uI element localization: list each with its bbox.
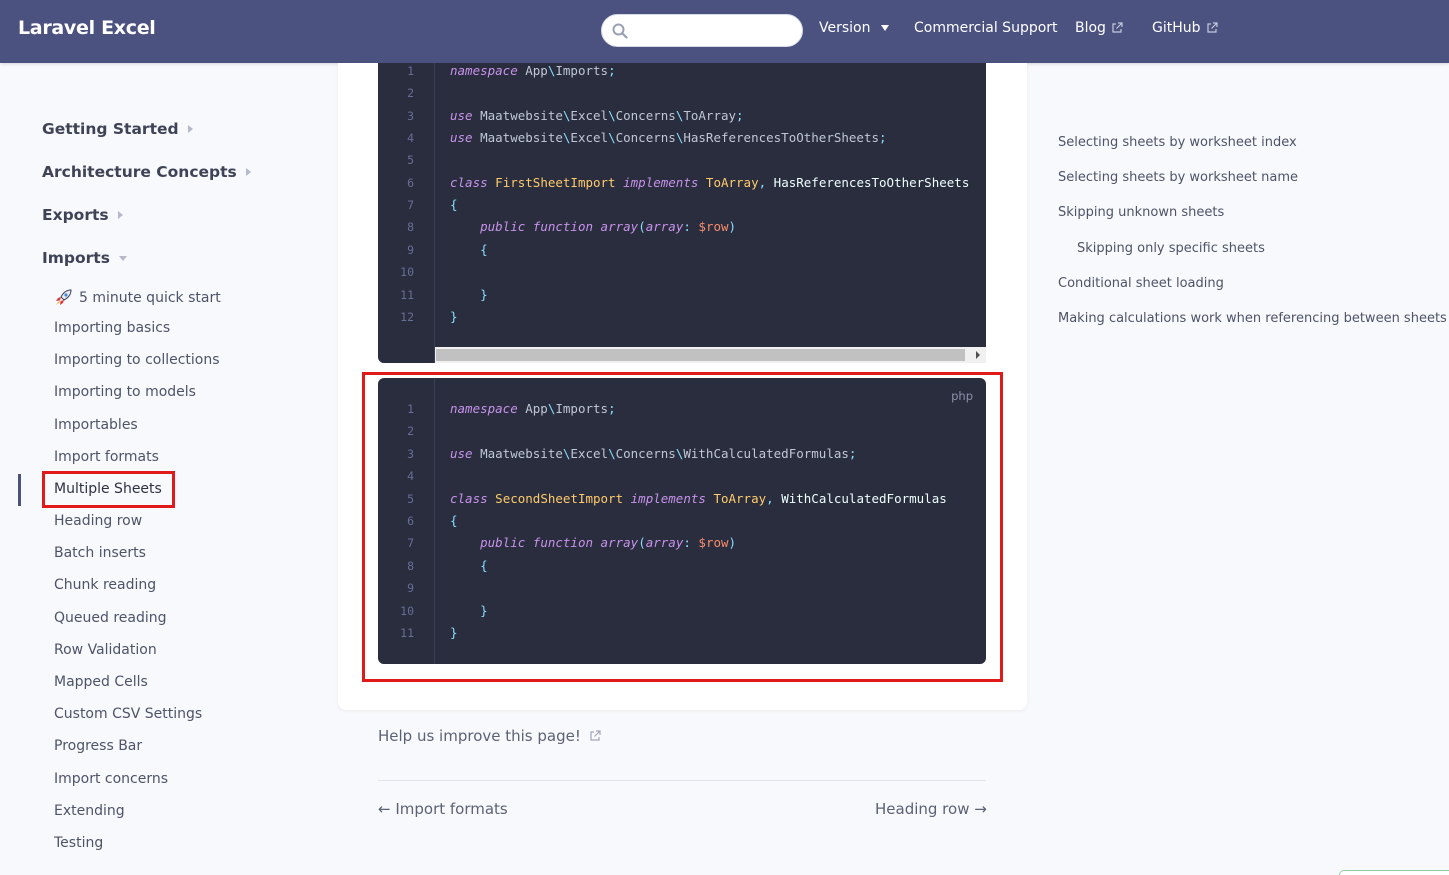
scroll-right-arrow-icon[interactable] [976, 351, 980, 359]
highlight-box-code [362, 372, 1003, 682]
sidebar: Getting Started Architecture Concepts Ex… [0, 63, 330, 875]
section-label: Imports [42, 249, 110, 267]
code-line: use Maatwebsite\Excel\Concerns\HasRefere… [450, 130, 887, 145]
version-dropdown[interactable]: Version [819, 20, 890, 36]
search-icon [612, 23, 628, 39]
sidebar-section-imports[interactable]: Imports [42, 249, 127, 267]
scrollbar-thumb[interactable] [436, 349, 965, 361]
external-link-icon [590, 730, 601, 741]
github-label: GitHub [1152, 20, 1201, 36]
sidebar-item-batch-inserts[interactable]: Batch inserts [54, 545, 146, 561]
line-number: 2 [407, 86, 414, 100]
section-label: Getting Started [42, 120, 179, 138]
divider [378, 780, 986, 781]
code-line: { [480, 242, 488, 257]
line-number: 11 [400, 288, 414, 302]
sidebar-item-chunk-reading[interactable]: Chunk reading [54, 577, 156, 593]
section-label: Architecture Concepts [42, 163, 237, 181]
code-line: { [450, 197, 458, 212]
github-link[interactable]: GitHub [1152, 20, 1218, 36]
code-line: } [480, 287, 488, 302]
sidebar-item-testing[interactable]: Testing [54, 835, 103, 851]
sidebar-item-importing-to-collections[interactable]: Importing to collections [54, 352, 220, 368]
site-logo[interactable]: Laravel Excel [18, 17, 156, 39]
code-line: class FirstSheetImport implements ToArra… [450, 175, 970, 190]
code-line: public function array(array: $row) [480, 219, 737, 234]
sidebar-item-custom-csv-settings[interactable]: Custom CSV Settings [54, 706, 202, 722]
sidebar-item-importables[interactable]: Importables [54, 417, 138, 433]
chevron-down-icon [881, 25, 890, 31]
next-page-link[interactable]: Heading row → [875, 800, 987, 818]
corner-widget [1339, 870, 1449, 875]
sidebar-item-progress-bar[interactable]: Progress Bar [54, 738, 142, 754]
sidebar-item-quick-start[interactable]: 5 minute quick start [54, 288, 221, 307]
sidebar-item-row-validation[interactable]: Row Validation [54, 642, 157, 658]
line-number: 7 [407, 198, 414, 212]
toc-item[interactable]: Conditional sheet loading [1058, 276, 1224, 291]
line-number: 12 [400, 310, 414, 324]
line-number: 3 [407, 109, 414, 123]
toc-subitem[interactable]: Skipping only specific sheets [1077, 241, 1265, 256]
line-number: 8 [407, 220, 414, 234]
line-number: 4 [407, 131, 414, 145]
line-number: 6 [407, 176, 414, 190]
sidebar-item-import-concerns[interactable]: Import concerns [54, 771, 168, 787]
sidebar-section-architecture-concepts[interactable]: Architecture Concepts [42, 163, 251, 181]
line-number: 1 [407, 64, 414, 78]
commercial-support-link[interactable]: Commercial Support [914, 20, 1058, 36]
commercial-support-label: Commercial Support [914, 20, 1058, 36]
horizontal-scrollbar[interactable] [435, 347, 986, 363]
rocket-icon [56, 289, 72, 305]
search-input[interactable] [601, 14, 803, 47]
help-improve-link[interactable]: Help us improve this page! [378, 727, 601, 745]
sidebar-item-heading-row[interactable]: Heading row [54, 513, 142, 529]
line-number: 10 [400, 265, 414, 279]
help-improve-label: Help us improve this page! [378, 727, 581, 745]
external-link-icon [1206, 22, 1218, 33]
external-link-icon [1112, 22, 1123, 33]
chevron-down-icon [118, 255, 127, 261]
sidebar-item-queued-reading[interactable]: Queued reading [54, 610, 167, 626]
chevron-right-icon [187, 125, 193, 133]
sidebar-item-label: 5 minute quick start [79, 289, 221, 306]
chevron-right-icon [117, 211, 123, 219]
version-label: Version [819, 20, 871, 36]
toc-item[interactable]: Making calculations work when referencin… [1058, 311, 1447, 326]
code-line: namespace App\Imports; [450, 63, 616, 78]
blog-label: Blog [1075, 20, 1106, 36]
line-number: 5 [407, 153, 414, 167]
code-block-first-sheet: 1 2 3 4 5 6 7 8 9 10 11 12 namespace App… [378, 63, 986, 363]
sidebar-item-import-formats[interactable]: Import formats [54, 449, 159, 465]
toc-item[interactable]: Selecting sheets by worksheet name [1058, 170, 1298, 185]
code-line: } [450, 309, 458, 324]
line-number: 9 [407, 243, 414, 257]
sidebar-item-mapped-cells[interactable]: Mapped Cells [54, 674, 148, 690]
toc-item[interactable]: Skipping unknown sheets [1058, 205, 1224, 220]
blog-link[interactable]: Blog [1075, 20, 1123, 36]
active-indicator [18, 474, 21, 506]
highlight-box-sidebar [42, 471, 175, 508]
top-navbar: Laravel Excel Version Commercial Support… [0, 0, 1449, 63]
sidebar-item-importing-to-models[interactable]: Importing to models [54, 384, 196, 400]
section-label: Exports [42, 206, 109, 224]
toc-item[interactable]: Selecting sheets by worksheet index [1058, 135, 1297, 150]
sidebar-section-getting-started[interactable]: Getting Started [42, 120, 193, 138]
chevron-right-icon [245, 168, 251, 176]
sidebar-item-importing-basics[interactable]: Importing basics [54, 320, 170, 336]
prev-page-link[interactable]: ← Import formats [378, 800, 508, 818]
sidebar-section-exports[interactable]: Exports [42, 206, 123, 224]
code-line: use Maatwebsite\Excel\Concerns\ToArray; [450, 108, 744, 123]
sidebar-item-extending[interactable]: Extending [54, 803, 125, 819]
